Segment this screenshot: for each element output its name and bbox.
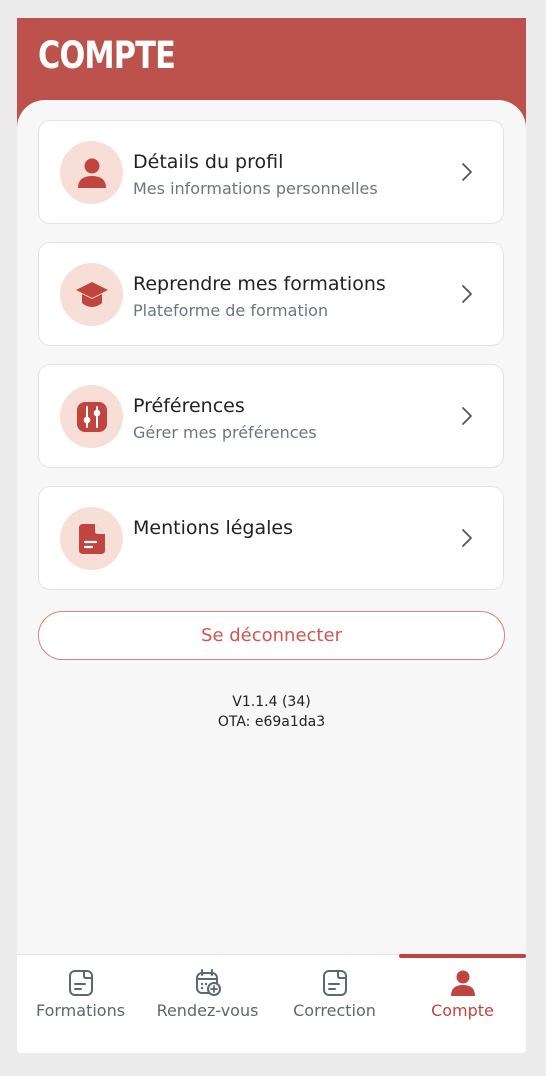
user-icon	[60, 141, 123, 204]
active-tab-indicator	[399, 954, 526, 958]
document-icon	[60, 507, 123, 570]
ota-version: OTA: e69a1da3	[217, 714, 326, 730]
calendar-add-icon	[195, 969, 221, 996]
app-version: V1.1.4 (34)	[232, 694, 311, 710]
tab-correction[interactable]: Correction	[271, 955, 398, 1053]
menu-item-subtitle: Gérer mes préférences	[133, 423, 317, 442]
tab-formations[interactable]: Formations	[17, 955, 144, 1053]
chevron-right-icon	[462, 529, 472, 547]
notes-icon	[68, 970, 93, 996]
menu-item-title: Détails du profil	[133, 151, 284, 173]
page-title: COMPTE	[38, 34, 176, 77]
tab-label: Formations	[35, 1001, 126, 1020]
preferences-item[interactable]: Préférences Gérer mes préférences	[38, 364, 504, 468]
resume-training-item[interactable]: Reprendre mes formations Plateforme de f…	[38, 242, 504, 346]
menu-item-subtitle: Mes informations personnelles	[133, 179, 378, 198]
correction-icon	[322, 970, 347, 996]
sliders-icon	[60, 385, 123, 448]
tab-label: Compte	[431, 1001, 494, 1020]
tab-label: Correction	[293, 1001, 376, 1020]
tab-rendez-vous[interactable]: Rendez-vous	[144, 955, 271, 1053]
content-area: Détails du profil Mes informations perso…	[17, 100, 526, 960]
app-screen: COMPTE Détails du profil Mes information…	[17, 18, 526, 1053]
profile-details-item[interactable]: Détails du profil Mes informations perso…	[38, 120, 504, 224]
tab-label: Rendez-vous	[156, 1001, 259, 1020]
chevron-right-icon	[462, 163, 472, 181]
user-icon	[450, 970, 475, 996]
chevron-right-icon	[462, 407, 472, 425]
graduation-cap-icon	[60, 263, 123, 326]
menu-item-title: Reprendre mes formations	[133, 273, 386, 295]
logout-button[interactable]: Se déconnecter	[38, 611, 505, 660]
tab-compte[interactable]: Compte	[399, 954, 526, 1053]
legal-notices-item[interactable]: Mentions légales	[38, 486, 504, 590]
bottom-tab-bar: Formations Rendez-vous Correction Compte	[17, 954, 526, 1053]
menu-item-title: Mentions légales	[133, 517, 293, 539]
menu-item-title: Préférences	[133, 395, 245, 417]
chevron-right-icon	[462, 285, 472, 303]
menu-item-subtitle: Plateforme de formation	[133, 301, 329, 320]
